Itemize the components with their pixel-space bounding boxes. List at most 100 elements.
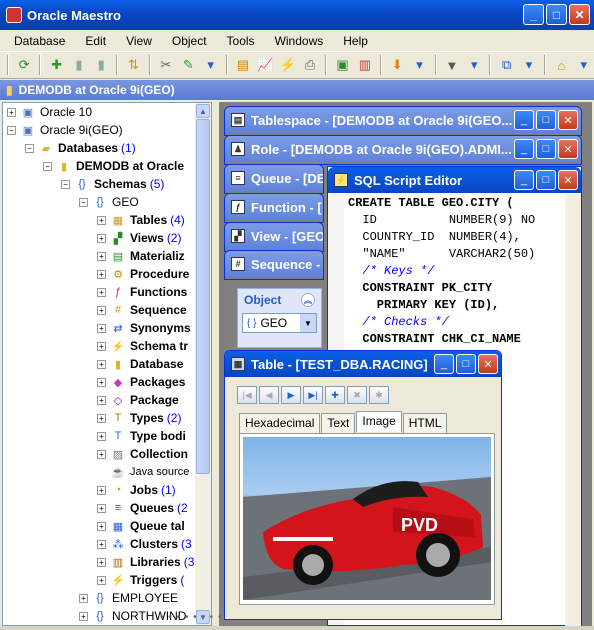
expand-icon[interactable]: + bbox=[97, 341, 106, 351]
tree-node[interactable]: + ⁂ Clusters (3 bbox=[97, 535, 192, 553]
picture-icon[interactable]: ▣ bbox=[332, 54, 352, 76]
chevron-down-icon[interactable]: ▼ bbox=[300, 314, 316, 332]
mdi-close-button[interactable]: ✕ bbox=[558, 110, 578, 130]
delete-record-icon[interactable]: ✖ bbox=[347, 386, 367, 404]
table-record-window[interactable]: ▦ Table - [TEST_DBA.RACING] _ □ ✕ |◀ ◀ ▶… bbox=[224, 350, 502, 620]
report-icon[interactable]: ▤ bbox=[233, 54, 253, 76]
minimize-button[interactable]: _ bbox=[523, 4, 544, 25]
post-record-icon[interactable]: ✱ bbox=[369, 386, 389, 404]
tree-node[interactable]: + T Types (2) bbox=[97, 409, 181, 427]
mdi-maximize-button[interactable]: □ bbox=[536, 139, 556, 159]
expand-icon[interactable]: + bbox=[97, 359, 106, 369]
mdi-window[interactable]: ≡ Queue - [DE bbox=[224, 164, 324, 194]
expand-icon[interactable]: + bbox=[79, 611, 88, 621]
sql-scrollbar[interactable] bbox=[565, 194, 581, 626]
expand-icon[interactable]: + bbox=[97, 305, 106, 315]
expand-icon[interactable]: + bbox=[97, 503, 106, 513]
windows-icon[interactable]: ⧉ bbox=[496, 54, 516, 76]
tree-node[interactable]: + ⚡ Schema tr bbox=[97, 337, 188, 355]
tab-hexadecimal[interactable]: Hexadecimal bbox=[239, 413, 321, 434]
mdi-window[interactable]: ▤ Tablespace - [DEMODB at Oracle 9i(GEO..… bbox=[224, 106, 582, 136]
bar-chart-icon[interactable]: ▥ bbox=[355, 54, 375, 76]
menu-tools[interactable]: Tools bbox=[217, 34, 265, 48]
expand-icon[interactable]: + bbox=[97, 521, 106, 531]
maximize-button[interactable]: □ bbox=[546, 4, 567, 25]
menu-help[interactable]: Help bbox=[333, 34, 378, 48]
tree-node[interactable]: + ▞ Views (2) bbox=[97, 229, 181, 247]
mdi-window[interactable]: ƒ Function - [ bbox=[224, 193, 324, 223]
mdi-window-titlebar[interactable]: ≡ Queue - [DE bbox=[225, 165, 323, 191]
collapse-icon[interactable]: − bbox=[79, 197, 88, 207]
dropdown-icon[interactable]: ▾ bbox=[574, 54, 594, 76]
mdi-window-titlebar[interactable]: # Sequence - [ bbox=[225, 251, 323, 277]
plug-icon[interactable]: ✂ bbox=[156, 54, 176, 76]
collapse-icon[interactable]: − bbox=[25, 143, 34, 153]
expand-icon[interactable]: + bbox=[97, 287, 106, 297]
mdi-window[interactable]: # Sequence - [ bbox=[224, 250, 324, 280]
collapse-icon[interactable]: ︽ bbox=[301, 293, 315, 307]
tree-node[interactable]: + ▣ Oracle 10 bbox=[7, 103, 92, 121]
object-explorer-tree[interactable]: ▲ ▼ + ▣ Oracle 10− ▣ Oracle 9i(GEO) − ▰ Databas… bbox=[2, 102, 212, 626]
tree-node[interactable]: + ▨ Collection bbox=[97, 445, 188, 463]
tree-node[interactable]: + ◔ Jobs (1) bbox=[97, 481, 176, 499]
tree-node[interactable]: + ⚙ Procedure bbox=[97, 265, 189, 283]
tree-node[interactable]: + # Sequence bbox=[97, 301, 187, 319]
tree-node[interactable]: + T Type bodi bbox=[97, 427, 186, 445]
close-button[interactable]: ✕ bbox=[569, 4, 590, 25]
expand-icon[interactable]: + bbox=[97, 215, 106, 225]
menu-database[interactable]: Database bbox=[4, 34, 75, 48]
expand-icon[interactable]: + bbox=[97, 323, 106, 333]
chart-icon[interactable]: 📈 bbox=[255, 54, 275, 76]
mdi-window-titlebar[interactable]: ƒ Function - [ bbox=[225, 194, 323, 220]
expand-icon[interactable]: + bbox=[97, 575, 106, 585]
scroll-up-arrow[interactable]: ▲ bbox=[196, 104, 210, 118]
db-disconnect-icon[interactable]: ▮ bbox=[91, 54, 111, 76]
print-icon[interactable]: ⎙ bbox=[300, 54, 320, 76]
collapse-icon[interactable]: − bbox=[43, 161, 52, 171]
tree-node[interactable]: + {} EMPLOYEE bbox=[79, 589, 178, 607]
resize-grip[interactable]: • • • • • • • • bbox=[160, 612, 222, 623]
expand-icon[interactable]: + bbox=[97, 539, 106, 549]
bookmark-icon[interactable]: ⬇ bbox=[387, 54, 407, 76]
refresh-icon[interactable]: ⟳ bbox=[14, 54, 34, 76]
tree-node[interactable]: −{} GEO bbox=[79, 193, 139, 211]
schema-select-value[interactable]: GEO bbox=[260, 316, 287, 330]
home-icon[interactable]: ⌂ bbox=[551, 54, 571, 76]
expand-icon[interactable]: + bbox=[7, 107, 16, 117]
db-connect-icon[interactable]: ▮ bbox=[69, 54, 89, 76]
expand-icon[interactable]: + bbox=[97, 269, 106, 279]
expand-icon[interactable]: + bbox=[79, 593, 88, 603]
collapse-icon[interactable]: − bbox=[61, 179, 70, 189]
tree-node[interactable]: + ▮ Database bbox=[97, 355, 183, 373]
sql-maximize-button[interactable]: □ bbox=[536, 170, 556, 190]
mdi-minimize-button[interactable]: _ bbox=[514, 110, 534, 130]
tree-node[interactable]: + ▦ Queue tal bbox=[97, 517, 185, 535]
tree-node[interactable]: + ▦ Tables (4) bbox=[97, 211, 185, 229]
filter-icon[interactable]: ▼ bbox=[442, 54, 462, 76]
menu-windows[interactable]: Windows bbox=[265, 34, 334, 48]
menu-object[interactable]: Object bbox=[162, 34, 217, 48]
prev-record-icon[interactable]: ◀ bbox=[259, 386, 279, 404]
dropdown-icon[interactable]: ▾ bbox=[464, 54, 484, 76]
add-object-icon[interactable]: ✚ bbox=[46, 54, 66, 76]
tree-node[interactable]: + ⚡ Triggers( bbox=[97, 571, 184, 589]
tree-node[interactable]: − ▣ Oracle 9i(GEO) bbox=[7, 121, 123, 139]
expand-icon[interactable]: + bbox=[97, 413, 106, 423]
expand-icon[interactable]: + bbox=[97, 485, 106, 495]
mdi-window[interactable]: ▞ View - [GEO. bbox=[224, 222, 324, 252]
first-record-icon[interactable]: |◀ bbox=[237, 386, 257, 404]
expand-icon[interactable]: + bbox=[97, 377, 106, 387]
expand-icon[interactable]: + bbox=[97, 431, 106, 441]
sql-close-button[interactable]: ✕ bbox=[558, 170, 578, 190]
tree-node[interactable]: −{} Schemas (5) bbox=[61, 175, 164, 193]
wand-icon[interactable]: ✎ bbox=[178, 54, 198, 76]
tree-node[interactable]: − ▰ Databases (1) bbox=[25, 139, 136, 157]
lightning-icon[interactable]: ⚡ bbox=[278, 54, 298, 76]
tree-node[interactable]: + ≡ Queues (2 bbox=[97, 499, 188, 517]
mdi-minimize-button[interactable]: _ bbox=[514, 139, 534, 159]
expand-icon[interactable]: + bbox=[97, 557, 106, 567]
tree-node[interactable]: + ◆ Packages bbox=[97, 373, 185, 391]
dropdown-icon[interactable]: ▾ bbox=[519, 54, 539, 76]
tree-node[interactable]: + ƒ Functions bbox=[97, 283, 187, 301]
expand-icon[interactable]: + bbox=[97, 449, 106, 459]
